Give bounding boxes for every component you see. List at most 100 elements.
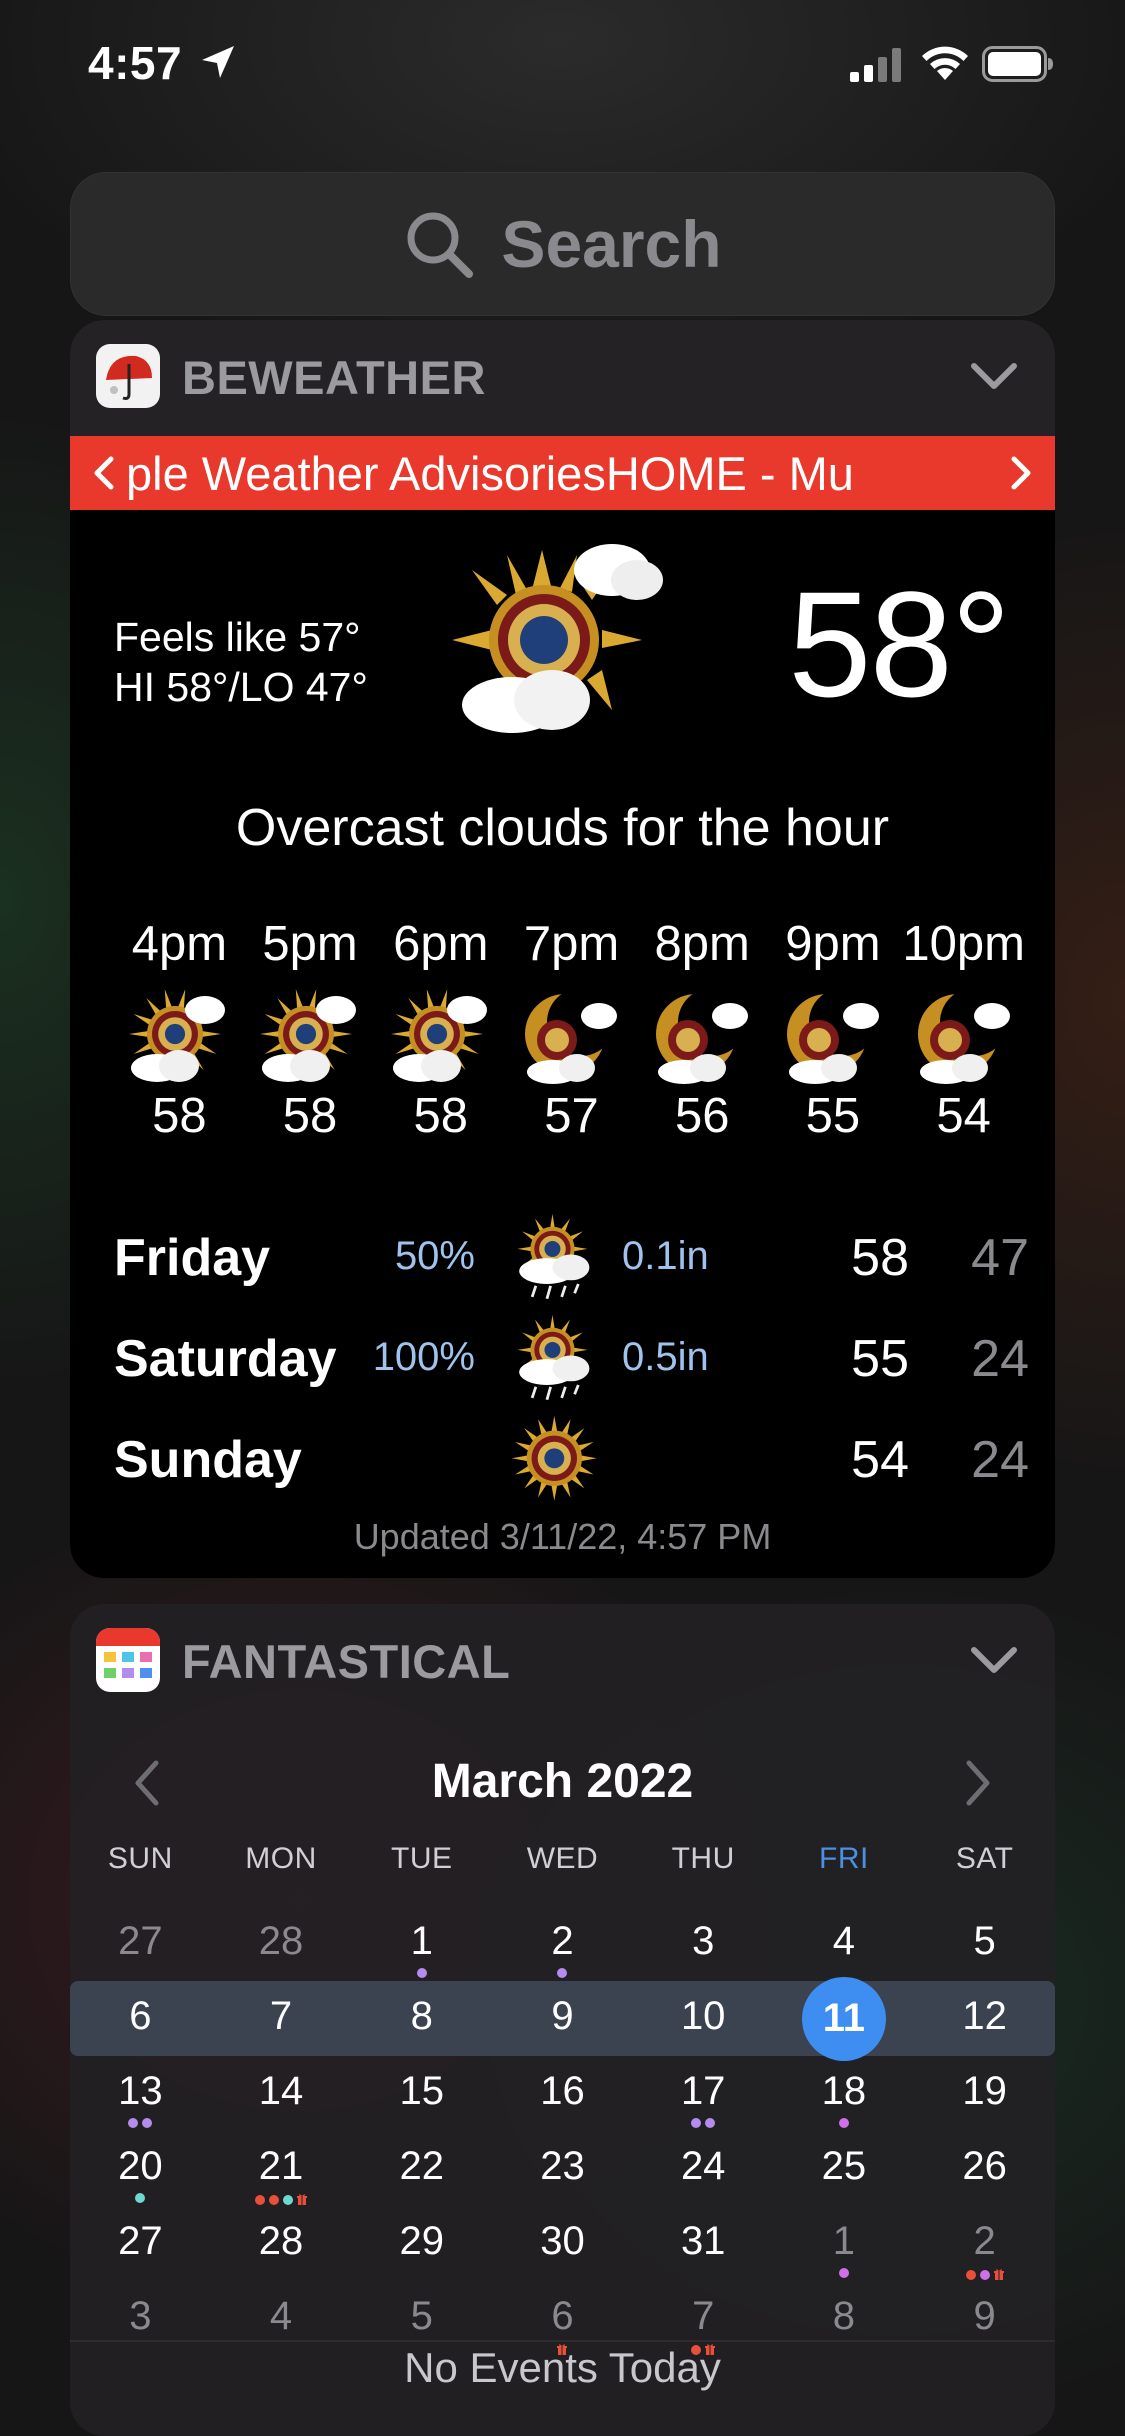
month-title[interactable]: March 2022: [70, 1754, 1055, 1809]
hour-temp: 58: [282, 1089, 338, 1143]
beweather-header[interactable]: BEWEATHER: [70, 320, 1055, 436]
event-dot: [269, 2195, 280, 2205]
moon-cloud-emblem-icon: [656, 988, 749, 1084]
hour-label: 6pm: [393, 917, 489, 971]
day-cell[interactable]: 9: [492, 1981, 633, 2056]
no-events-label: No Events Today: [404, 2344, 721, 2391]
day-cell[interactable]: 6: [70, 1981, 211, 2056]
day-cell[interactable]: 15: [351, 2056, 492, 2131]
day-number: 17: [680, 2069, 726, 2113]
day-cell[interactable]: 25: [774, 2131, 915, 2206]
day-cell[interactable]: 22: [351, 2131, 492, 2206]
day-cell[interactable]: 30: [492, 2206, 633, 2281]
hour-temp: 56: [674, 1089, 730, 1143]
day-cell[interactable]: 23: [492, 2131, 633, 2206]
chevron-right-icon[interactable]: [1001, 454, 1039, 492]
day-cell[interactable]: 24: [633, 2131, 774, 2206]
day-cell[interactable]: 14: [211, 2056, 352, 2131]
beweather-widget[interactable]: BEWEATHER ple Weather AdvisoriesHOME - M…: [70, 320, 1055, 1578]
event-dot: [979, 2270, 990, 2280]
chevron-down-icon[interactable]: [969, 1644, 1019, 1676]
day-number: 24: [680, 2144, 726, 2188]
rain-emblem-icon: [517, 1213, 590, 1300]
day-cell[interactable]: 7: [211, 1981, 352, 2056]
day-number: 14: [258, 2069, 304, 2113]
event-dots: [211, 2193, 352, 2207]
day-cell[interactable]: 2: [492, 1906, 633, 1981]
day-cell[interactable]: 21: [211, 2131, 352, 2206]
chevron-left-icon[interactable]: [86, 454, 124, 492]
cellular-signal-icon: [850, 48, 901, 82]
day-number: 8: [410, 1994, 433, 2038]
day-cell[interactable]: 27: [70, 1906, 211, 1981]
search-bar[interactable]: Search: [70, 172, 1055, 316]
day-cell[interactable]: 26: [914, 2131, 1055, 2206]
hourly-item: 9pm 55: [768, 916, 899, 1144]
day-number: 2: [973, 2219, 996, 2263]
day-cell[interactable]: 4: [774, 1906, 915, 1981]
hourly-item: 6pm 58: [375, 916, 506, 1144]
day-number: 6: [129, 1994, 152, 2038]
status-bar: 4:57: [0, 0, 1125, 130]
day-number: 1: [410, 1919, 433, 1963]
day-cell[interactable]: 2: [914, 2206, 1055, 2281]
day-cell[interactable]: 28: [211, 1906, 352, 1981]
day-number: 21: [258, 2144, 304, 2188]
day-name: Sunday: [114, 1431, 302, 1489]
week-row: 20 21 22 23 24 25 26: [70, 2131, 1055, 2206]
fantastical-widget[interactable]: FANTASTICAL March 2022 SUN MON TUE WED THU FR…: [70, 1604, 1055, 2436]
event-dot: [705, 2118, 716, 2128]
event-dot: [416, 1968, 427, 1978]
day-cell[interactable]: 1: [774, 2206, 915, 2281]
updated-timestamp: Updated 3/11/22, 4:57 PM: [353, 1516, 772, 1557]
sun-cloud-emblem-icon: [452, 544, 663, 733]
day-number: 29: [399, 2219, 445, 2263]
day-number: 2: [551, 1919, 574, 1963]
advisory-ticker-text: ple Weather AdvisoriesHOME - Mu: [126, 447, 854, 500]
day-number: 11: [822, 1996, 866, 2040]
day-cell[interactable]: 18: [774, 2056, 915, 2131]
day-cell[interactable]: 19: [914, 2056, 1055, 2131]
event-dot: [128, 2118, 139, 2128]
day-cell[interactable]: 31: [633, 2206, 774, 2281]
day-cell[interactable]: 5: [914, 1906, 1055, 1981]
advisory-ticker[interactable]: ple Weather AdvisoriesHOME - Mu: [70, 436, 1055, 510]
day-cell[interactable]: 10: [633, 1981, 774, 2056]
fantastical-header[interactable]: FANTASTICAL: [70, 1604, 1055, 1720]
day-cell[interactable]: 29: [351, 2206, 492, 2281]
day-cell[interactable]: 27: [70, 2206, 211, 2281]
gift-icon: [297, 2193, 308, 2205]
feels-like: Feels like 57°: [114, 614, 361, 660]
current-temperature: 58°: [788, 560, 1011, 728]
moon-cloud-emblem-icon: [525, 988, 618, 1084]
chevron-down-icon[interactable]: [969, 360, 1019, 392]
day-number: 27: [118, 2219, 163, 2263]
day-cell[interactable]: 17: [633, 2056, 774, 2131]
day-number: 1: [832, 2219, 856, 2263]
rain-emblem-icon: [517, 1314, 590, 1401]
day-high: 55: [851, 1330, 909, 1388]
day-cell[interactable]: 16: [492, 2056, 633, 2131]
day-number: 28: [258, 1919, 304, 1963]
day-cell[interactable]: 3: [633, 1906, 774, 1981]
next-month-icon[interactable]: [959, 1758, 997, 1808]
day-cell[interactable]: 12: [914, 1981, 1055, 2056]
daily-row: Saturday 100% 0.5in 55 24: [114, 1313, 1029, 1403]
sun-emblem-icon: [511, 1415, 597, 1501]
day-number: 7: [269, 1994, 293, 2038]
day-cell[interactable]: 20: [70, 2131, 211, 2206]
weekday-label: FRI: [819, 1842, 869, 1875]
day-name: Saturday: [114, 1330, 337, 1388]
day-number: 15: [399, 2069, 445, 2113]
today-cell[interactable]: 11: [774, 1977, 915, 2061]
day-cell[interactable]: 1: [351, 1906, 492, 1981]
wifi-icon: [922, 46, 968, 80]
day-name: Friday: [114, 1229, 271, 1287]
day-cell[interactable]: 28: [211, 2206, 352, 2281]
event-dots: [70, 2118, 211, 2132]
day-cell[interactable]: 13: [70, 2056, 211, 2131]
hour-label: 5pm: [262, 917, 358, 971]
day-cell[interactable]: 8: [351, 1981, 492, 2056]
event-dots: [492, 1968, 633, 1982]
weekday-label: SAT: [955, 1842, 1014, 1875]
